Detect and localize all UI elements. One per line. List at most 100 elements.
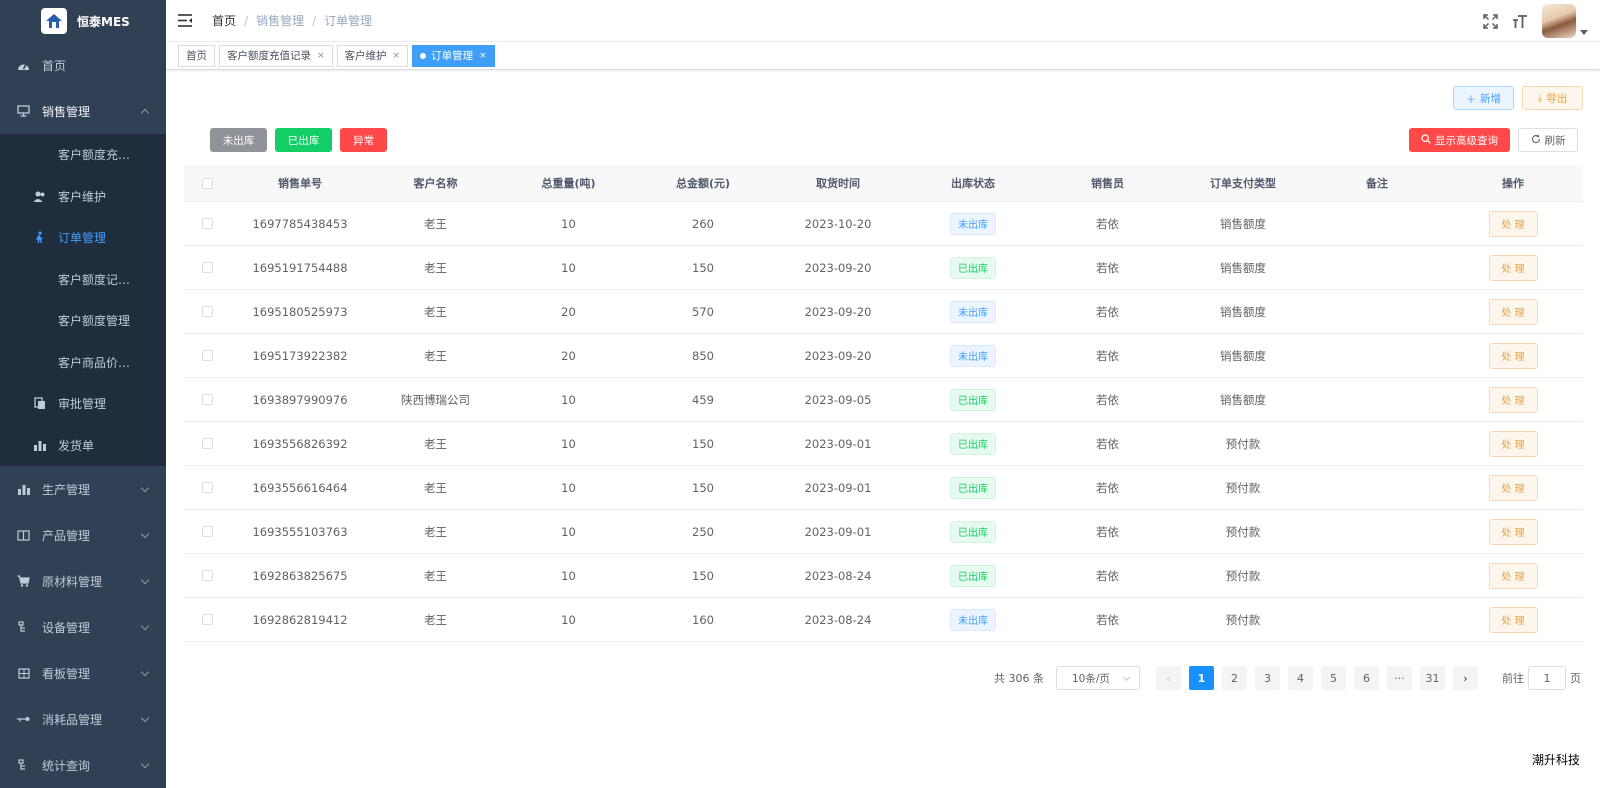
chevron-down-icon bbox=[140, 575, 150, 585]
status-cell: 已出库 bbox=[906, 256, 1040, 279]
advanced-query-label: 显示高级查询 bbox=[1435, 134, 1498, 147]
process-button[interactable]: 处 理 bbox=[1488, 606, 1538, 633]
select-all-checkbox[interactable] bbox=[201, 177, 213, 189]
status-badge: 未出库 bbox=[950, 344, 996, 367]
menu-home[interactable]: 首页 bbox=[0, 42, 166, 88]
grid-icon bbox=[17, 667, 30, 680]
tag-customer[interactable]: 客户维护 × bbox=[336, 44, 409, 67]
tag-label: 客户维护 bbox=[344, 50, 387, 62]
sidebar-item-credit-manage[interactable]: 客户额度管理 bbox=[0, 300, 166, 342]
menu-board[interactable]: 看板管理 bbox=[0, 650, 166, 696]
menu-label: 原材料管理 bbox=[42, 574, 103, 589]
payment-type: 预付款 bbox=[1225, 480, 1261, 495]
process-button[interactable]: 处 理 bbox=[1488, 430, 1538, 457]
filter-unshipped-button[interactable]: 未出库 bbox=[210, 128, 267, 152]
salesperson: 若依 bbox=[1096, 524, 1119, 539]
row-checkbox[interactable] bbox=[201, 570, 213, 581]
app-logo[interactable]: 恒泰MES bbox=[0, 0, 166, 42]
page-button[interactable]: 3 bbox=[1255, 666, 1280, 690]
status-cell: 已出库 bbox=[906, 564, 1040, 587]
total-weight: 10 bbox=[561, 436, 576, 451]
sidebar-item-credit-records[interactable]: 客户额度记… bbox=[0, 259, 166, 301]
menu-sales[interactable]: 销售管理 bbox=[0, 88, 166, 134]
refresh-button[interactable]: 刷新 bbox=[1518, 128, 1578, 152]
sidebar-item-product-price[interactable]: 客户商品价… bbox=[0, 342, 166, 384]
row-checkbox[interactable] bbox=[201, 394, 213, 405]
avatar[interactable] bbox=[1542, 4, 1576, 38]
status-badge: 未出库 bbox=[950, 212, 996, 235]
page-button[interactable]: 1 bbox=[1189, 666, 1214, 690]
page-button[interactable]: 2 bbox=[1222, 666, 1247, 690]
page-button[interactable]: 6 bbox=[1354, 666, 1379, 690]
process-button[interactable]: 处 理 bbox=[1488, 210, 1538, 237]
goto-page-input[interactable]: 1 bbox=[1528, 666, 1566, 690]
sidebar-item-orders[interactable]: 订单管理 bbox=[0, 217, 166, 259]
filter-abnormal-button[interactable]: 异常 bbox=[340, 128, 387, 152]
column-header: 订单支付类型 bbox=[1210, 177, 1276, 190]
filter-shipped-button[interactable]: 已出库 bbox=[275, 128, 332, 152]
page-button[interactable]: 4 bbox=[1288, 666, 1313, 690]
fullscreen-icon[interactable] bbox=[1482, 13, 1498, 29]
total-weight: 10 bbox=[561, 392, 576, 407]
tree-icon bbox=[17, 621, 30, 634]
row-checkbox[interactable] bbox=[201, 218, 213, 229]
sidebar-item-label: 客户额度充… bbox=[58, 148, 131, 163]
row-checkbox[interactable] bbox=[201, 350, 213, 361]
menu-production[interactable]: 生产管理 bbox=[0, 466, 166, 512]
menu-equipment[interactable]: 设备管理 bbox=[0, 604, 166, 650]
salesperson: 若依 bbox=[1096, 348, 1119, 363]
sidebar-item-customer[interactable]: 客户维护 bbox=[0, 176, 166, 218]
process-button[interactable]: 处 理 bbox=[1488, 518, 1538, 545]
advanced-query-button[interactable]: 显示高级查询 bbox=[1409, 128, 1510, 152]
close-icon[interactable]: × bbox=[317, 51, 325, 61]
next-page-button[interactable]: › bbox=[1453, 666, 1478, 690]
process-button[interactable]: 处 理 bbox=[1488, 386, 1538, 413]
prev-page-button[interactable]: ‹ bbox=[1156, 666, 1181, 690]
salesperson: 若依 bbox=[1096, 480, 1119, 495]
status-cell: 未出库 bbox=[906, 608, 1040, 631]
row-checkbox[interactable] bbox=[201, 526, 213, 537]
process-button[interactable]: 处 理 bbox=[1488, 562, 1538, 589]
process-button[interactable]: 处 理 bbox=[1488, 474, 1538, 501]
export-button[interactable]: ⤓ 导出 bbox=[1522, 86, 1583, 110]
page-button[interactable]: 5 bbox=[1321, 666, 1346, 690]
action-cell: 处 理 bbox=[1443, 210, 1583, 237]
row-checkbox[interactable] bbox=[201, 614, 213, 625]
row-checkbox[interactable] bbox=[201, 262, 213, 273]
process-button[interactable]: 处 理 bbox=[1488, 342, 1538, 369]
column-header: 操作 bbox=[1502, 177, 1524, 190]
breadcrumb-home[interactable]: 首页 bbox=[212, 12, 236, 29]
sidebar-item-credit-recharge[interactable]: 客户额度充… bbox=[0, 134, 166, 176]
process-button[interactable]: 处 理 bbox=[1488, 254, 1538, 281]
menu-product[interactable]: 产品管理 bbox=[0, 512, 166, 558]
sidebar-item-delivery[interactable]: 发货单 bbox=[0, 425, 166, 467]
sidebar-item-label: 审批管理 bbox=[58, 397, 107, 412]
more-pages-button[interactable]: ··· bbox=[1387, 666, 1412, 690]
column-header: 总重量(吨) bbox=[541, 177, 596, 190]
hamburger-icon[interactable] bbox=[178, 14, 192, 27]
sidebar-item-approval[interactable]: 审批管理 bbox=[0, 383, 166, 425]
row-checkbox[interactable] bbox=[201, 438, 213, 449]
menu-consumables[interactable]: 消耗品管理 bbox=[0, 696, 166, 742]
book-icon bbox=[17, 529, 30, 542]
menu-material[interactable]: 原材料管理 bbox=[0, 558, 166, 604]
add-button[interactable]: ＋ 新增 bbox=[1453, 86, 1514, 110]
menu-statistics[interactable]: 统计查询 bbox=[0, 742, 166, 788]
page-size-select[interactable]: 10条/页 bbox=[1056, 666, 1140, 690]
close-icon[interactable]: × bbox=[393, 51, 401, 61]
row-checkbox[interactable] bbox=[201, 306, 213, 317]
tag-orders[interactable]: 订单管理 × bbox=[412, 44, 495, 67]
tag-home[interactable]: 首页 bbox=[178, 44, 215, 67]
page-button[interactable]: 31 bbox=[1420, 666, 1445, 690]
font-size-icon[interactable] bbox=[1512, 13, 1528, 29]
total-weight: 10 bbox=[561, 480, 576, 495]
dashboard-icon bbox=[17, 59, 30, 72]
total-weight: 20 bbox=[561, 348, 576, 363]
process-button[interactable]: 处 理 bbox=[1488, 298, 1538, 325]
close-icon[interactable]: × bbox=[479, 51, 487, 61]
tag-label: 订单管理 bbox=[431, 50, 474, 62]
total-weight: 10 bbox=[561, 216, 576, 231]
row-checkbox[interactable] bbox=[201, 482, 213, 493]
tag-recharge[interactable]: 客户额度充值记录 × bbox=[219, 44, 333, 67]
caret-down-icon[interactable] bbox=[1580, 29, 1588, 35]
